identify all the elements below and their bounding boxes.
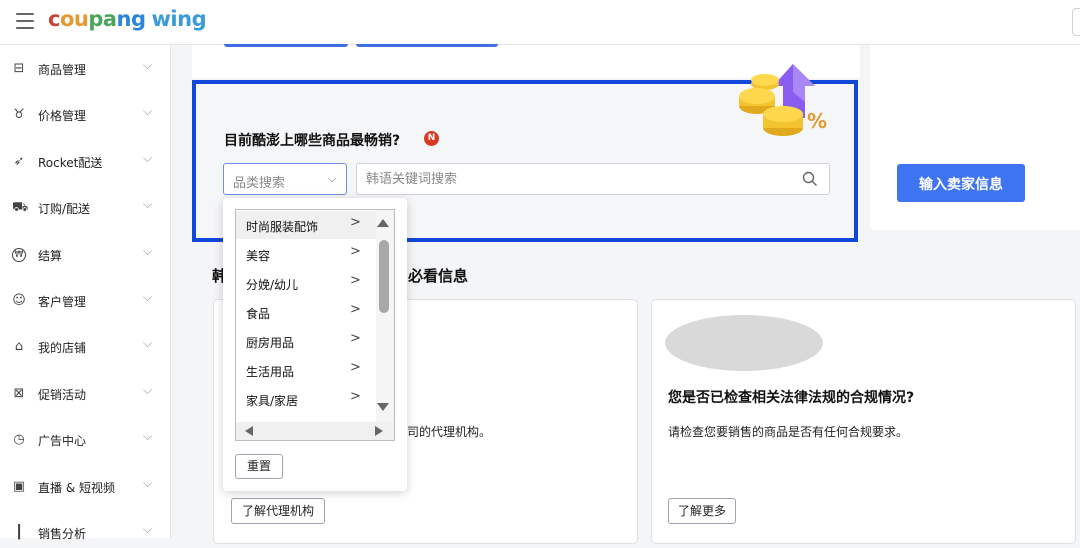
horizontal-scrollbar[interactable]: [236, 422, 394, 440]
top-right-control[interactable]: [1072, 8, 1080, 36]
sidebar-item-label: 销售分析: [38, 527, 87, 541]
scroll-right-icon[interactable]: [375, 426, 383, 436]
sidebar-item-label: 直播 & 短视频: [38, 480, 115, 495]
sidebar-item[interactable]: ➶ Rocket配送 ⌵: [0, 149, 170, 177]
sidebar-item-label: 我的店铺: [38, 341, 87, 356]
sidebar-item[interactable]: ♉ 价格管理 ⌵: [0, 102, 170, 130]
top-bar: coupang wing: [0, 0, 1080, 45]
vertical-scroll-thumb[interactable]: [379, 240, 389, 313]
category-option[interactable]: 食品 >: [246, 302, 366, 324]
chevron-right-icon: >: [350, 360, 361, 375]
won-coin-icon: ₩: [12, 247, 26, 262]
sidebar-item[interactable]: ⊟ 商品管理 ⌵: [0, 56, 170, 84]
scroll-up-icon[interactable]: [377, 219, 389, 227]
chevron-down-icon: ⌵: [143, 382, 153, 397]
scroll-down-icon[interactable]: [377, 403, 389, 411]
chevron-down-icon: ⌵: [143, 429, 153, 444]
chevron-down-icon: ⌵: [143, 243, 153, 258]
sidebar-item-label: 订购/配送: [38, 202, 91, 217]
chevron-down-icon: ⌵: [143, 58, 153, 72]
logo-part: ng: [116, 7, 146, 31]
sidebar-item[interactable]: ⛟ 订购/配送 ⌵: [0, 195, 170, 223]
chevron-right-icon: >: [350, 389, 361, 404]
sidebar-item[interactable]: ┃ 销售分析 ⌵: [0, 520, 170, 548]
category-option-label: 分娩/幼儿: [246, 278, 299, 292]
logo-wing: wing: [151, 7, 207, 31]
chevron-right-icon: >: [350, 273, 361, 288]
logo-part: c: [48, 7, 60, 31]
compliance-card-desc: 请检查您要销售的商品是否有任何合规要求。: [668, 425, 909, 439]
top-button-right[interactable]: [356, 44, 498, 47]
hamburger-menu-icon[interactable]: [16, 13, 34, 29]
category-option-label: 家具/家居: [246, 394, 299, 408]
sidebar-item-label: 客户管理: [38, 295, 87, 309]
sidebar-item[interactable]: ▣ 直播 & 短视频 ⌵: [0, 474, 170, 502]
sidebar-item-label: 结算: [38, 248, 63, 263]
promotion-icon: ⊠: [13, 385, 25, 401]
category-placeholder: 品类搜索: [233, 176, 286, 191]
chevron-down-icon: ⌵: [143, 522, 153, 536]
learn-agency-button[interactable]: 了解代理机构: [231, 498, 325, 524]
chevron-right-icon: >: [350, 215, 361, 230]
logo-part: ou: [59, 7, 89, 31]
live-video-icon: ▣: [12, 478, 26, 494]
sidebar-item-label: 广告中心: [38, 434, 87, 449]
keyword-search-input[interactable]: [356, 163, 830, 195]
sidebar-item-label: 商品管理: [38, 63, 87, 77]
top-button-left[interactable]: [224, 44, 348, 47]
search-icon[interactable]: [802, 171, 818, 187]
learn-more-button[interactable]: 了解更多: [668, 498, 736, 524]
new-badge: N: [424, 131, 439, 146]
section-title-suffix: 必看信息: [408, 267, 469, 285]
price-tag-icon: ♉: [13, 107, 25, 123]
sidebar-item[interactable]: ⊠ 促销活动 ⌵: [0, 381, 170, 409]
chevron-down-icon: ⌵: [143, 290, 153, 304]
category-search-select[interactable]: 品类搜索 ⌵: [223, 163, 347, 195]
sidebar-item[interactable]: ☺ 客户管理 ⌵: [0, 288, 170, 316]
category-option-label: 厨房用品: [246, 336, 295, 350]
chevron-right-icon: >: [350, 302, 361, 317]
coupang-wing-logo[interactable]: coupang wing: [48, 7, 207, 31]
enter-seller-info-button[interactable]: 输入卖家信息: [897, 164, 1025, 202]
logo-part: pa: [88, 7, 117, 31]
clock-icon: ◷: [13, 432, 25, 448]
chevron-down-icon: ⌵: [328, 172, 337, 185]
chevron-down-icon: ⌵: [143, 197, 153, 212]
category-option[interactable]: 美容 >: [246, 244, 366, 266]
sidebar-item[interactable]: ◷ 广告中心 ⌵: [0, 427, 170, 455]
store-icon: ⌂: [14, 339, 24, 355]
chevron-right-icon: >: [350, 244, 361, 259]
chevron-down-icon: ⌵: [143, 475, 153, 490]
category-option-label: 时尚服装配饰: [246, 220, 319, 234]
category-option[interactable]: 家具/家居 >: [246, 389, 366, 411]
sidebar-item[interactable]: ⌂ 我的店铺 ⌵: [0, 334, 170, 362]
svg-text:%: %: [807, 109, 827, 133]
sidebar-item-label: 价格管理: [38, 109, 87, 124]
best-seller-question: 目前酷澎上哪些商品最畅销?: [224, 133, 401, 149]
category-option[interactable]: 生活用品 >: [246, 360, 366, 382]
chevron-down-icon: ⌵: [143, 104, 153, 119]
category-option-label: 食品: [246, 307, 271, 321]
sidebar-item[interactable]: ₩ 结算 ⌵: [0, 242, 170, 270]
chevron-down-icon: ⌵: [143, 336, 153, 351]
category-option-label: 美容: [246, 249, 271, 263]
smiley-icon: ☺: [12, 293, 26, 308]
coins-percent-icon: %: [739, 64, 827, 136]
chevron-right-icon: >: [350, 331, 361, 346]
scroll-left-icon[interactable]: [245, 426, 253, 436]
category-option[interactable]: 厨房用品 >: [246, 331, 366, 353]
box-icon: ⊟: [13, 61, 25, 76]
sidebar-item-label: Rocket配送: [38, 155, 103, 170]
category-option-label: 生活用品: [246, 365, 295, 379]
sidebar-item-label: 促销活动: [38, 387, 87, 402]
compliance-card-title: 您是否已检查相关法律法规的合规情况?: [668, 390, 915, 406]
category-option[interactable]: 时尚服装配饰 >: [246, 215, 366, 237]
truck-icon: ⛟: [12, 200, 29, 216]
chevron-down-icon: ⌵: [143, 150, 153, 165]
rocket-icon: ➶: [13, 153, 25, 169]
reset-button[interactable]: 重置: [235, 454, 283, 479]
compliance-image-placeholder: [665, 315, 823, 371]
category-option[interactable]: 分娩/幼儿 >: [246, 273, 366, 295]
agency-card-desc: 司的代理机构。: [407, 425, 492, 439]
